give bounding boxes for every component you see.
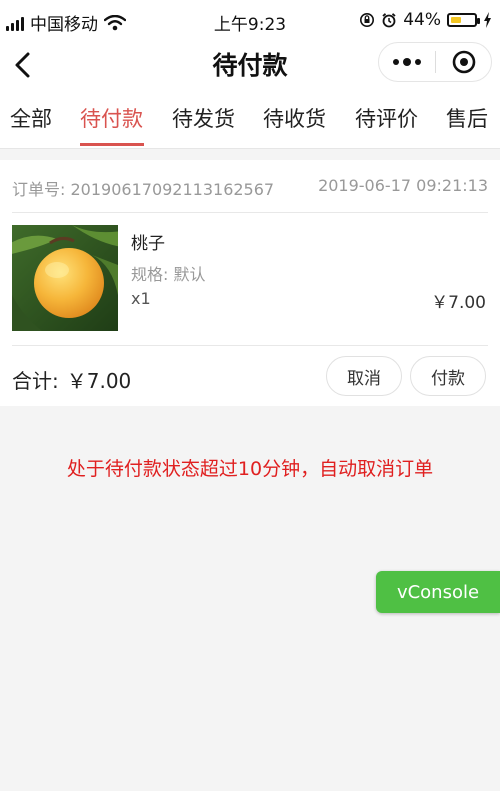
tab-pending-receipt[interactable]: 待收货	[263, 103, 326, 133]
target-icon	[452, 50, 475, 74]
auto-cancel-notice: 处于待付款状态超过10分钟，自动取消订单	[66, 458, 434, 480]
order-card: 订单号: 20190617092113162567 2019-06-17 09:…	[0, 160, 500, 406]
product-quantity: x1	[131, 289, 151, 308]
tab-pending-shipment[interactable]: 待发货	[172, 103, 235, 133]
tab-all[interactable]: 全部	[10, 103, 52, 133]
status-bar: 中国移动 上午9:23 44%	[0, 0, 500, 42]
nav-bar: 待付款	[0, 42, 500, 87]
order-status-tabs: 全部 待付款 待发货 待收货 待评价 售后	[0, 87, 500, 149]
order-number: 订单号: 20190617092113162567	[12, 176, 274, 200]
close-miniprogram-button[interactable]	[436, 49, 491, 75]
miniprogram-capsule	[378, 42, 492, 82]
product-spec: 规格: 默认	[131, 261, 206, 285]
tab-after-sales[interactable]: 售后	[446, 103, 488, 133]
battery-percent: 44%	[403, 10, 441, 30]
battery-icon	[447, 13, 480, 27]
battery-fill	[451, 17, 461, 23]
tab-pending-review[interactable]: 待评价	[355, 103, 418, 133]
divider	[12, 212, 488, 213]
more-dots-icon[interactable]	[379, 58, 435, 66]
status-right: 44%	[359, 10, 492, 30]
cancel-order-button[interactable]: 取消	[326, 356, 402, 396]
tab-pending-payment[interactable]: 待付款	[80, 103, 143, 133]
peach-image	[12, 225, 118, 331]
product-price: ￥7.00	[431, 293, 486, 313]
alarm-icon	[382, 13, 396, 28]
charging-icon	[484, 12, 491, 28]
divider	[12, 345, 488, 346]
active-tab-indicator	[80, 143, 144, 146]
order-time: 2019-06-17 09:21:13	[318, 176, 488, 195]
order-total: 合计: ￥7.00	[12, 365, 131, 394]
product-image[interactable]	[12, 225, 118, 331]
vconsole-button[interactable]: vConsole	[376, 571, 500, 613]
pay-button[interactable]: 付款	[410, 356, 486, 396]
total-value: ￥7.00	[66, 369, 132, 393]
spec-label: 规格:	[131, 265, 169, 284]
total-label: 合计:	[12, 369, 59, 393]
order-header: 订单号: 20190617092113162567 2019-06-17 09:…	[12, 176, 488, 199]
order-number-value: 20190617092113162567	[70, 180, 275, 199]
orientation-lock-icon	[360, 13, 375, 27]
spec-value: 默认	[173, 265, 206, 284]
product-name[interactable]: 桃子	[131, 229, 165, 254]
order-number-label: 订单号:	[12, 180, 66, 199]
